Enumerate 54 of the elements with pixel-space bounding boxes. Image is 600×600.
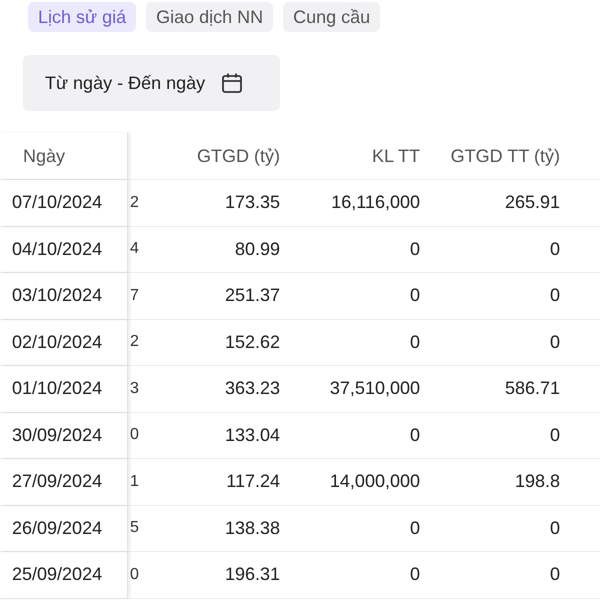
table-cell: 0	[410, 332, 420, 352]
table-cell: 0	[410, 424, 420, 445]
table-cell: 586.71	[504, 378, 560, 398]
table-cell: 0	[410, 285, 420, 306]
table-cell: 117.24	[226, 471, 280, 492]
table-cell: 03/10/2024	[12, 285, 102, 306]
table-cell: 04/10/2024	[12, 238, 102, 260]
column-header: KL TT	[372, 146, 420, 166]
table-cell: 7	[130, 286, 139, 304]
table-cell: 2	[130, 194, 139, 211]
table-cell: 0	[410, 518, 420, 538]
table-cell: 152.62	[224, 332, 280, 352]
table-cell: 01/10/2024	[12, 378, 102, 400]
tab[interactable]: Lịch sử giá	[28, 2, 136, 32]
table-cell: 02/10/2024	[12, 332, 102, 353]
table-cell: 0	[550, 518, 560, 538]
column-header: GTGD (tỷ)	[197, 146, 280, 166]
table-cell: 26/09/2024	[12, 518, 102, 539]
date-range-button[interactable]: Từ ngày - Đến ngày	[23, 55, 280, 111]
table-cell: 0	[550, 238, 560, 259]
table-cell: 07/10/2024	[12, 192, 102, 214]
table-cell: 0	[130, 426, 139, 444]
table-cell: 138.38	[224, 518, 280, 538]
table-cell: 4	[130, 240, 139, 258]
table-cell: 3	[130, 380, 139, 397]
table-cell: 16,116,000	[331, 192, 420, 212]
table-cell: 37,510,000	[330, 378, 420, 398]
table-cell: 5	[130, 519, 139, 536]
table-cell: 0	[550, 332, 560, 352]
column-header: GTGD TT (tỷ)	[450, 146, 560, 166]
table-cell: 27/09/2024	[12, 471, 102, 492]
table-cell: 2	[130, 333, 139, 350]
table-cell: 0	[550, 564, 560, 584]
table-cell: 363.23	[224, 378, 280, 398]
table-cell: 251.37	[224, 285, 280, 306]
column-header: Ngày	[23, 146, 66, 166]
table-cell: 25/09/2024	[12, 564, 102, 586]
table-cell: 0	[130, 566, 139, 583]
table-cell: 198.8	[514, 471, 560, 492]
calendar-icon	[221, 72, 244, 94]
table-cell: 265.91	[504, 192, 560, 212]
table-cell: 14,000,000	[330, 471, 420, 492]
table-cell: 173.35	[224, 192, 280, 212]
tab[interactable]: Giao dịch NN	[146, 2, 274, 32]
table-cell: 0	[550, 424, 560, 445]
tab[interactable]: Cung cầu	[283, 2, 380, 32]
table-cell: 1	[130, 472, 139, 490]
table-cell: 0	[550, 285, 560, 306]
table-cell: 196.31	[224, 564, 280, 584]
table-cell: 133.04	[224, 424, 280, 445]
table-cell: 80.99	[234, 238, 280, 259]
table-cell: 0	[410, 238, 420, 259]
table-cell: 0	[410, 564, 420, 584]
table-cell: 30/09/2024	[12, 424, 102, 446]
